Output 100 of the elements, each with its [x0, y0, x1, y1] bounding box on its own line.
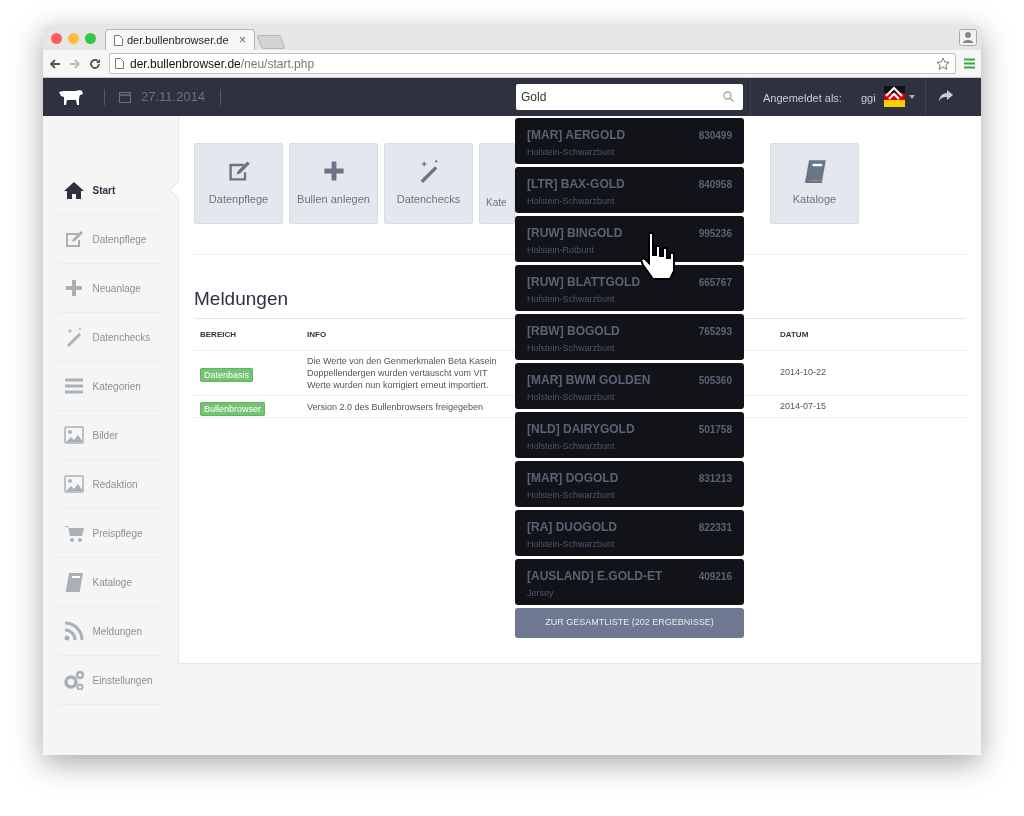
- zoom-window-icon[interactable]: [85, 33, 96, 44]
- list-icon: [63, 376, 84, 396]
- result-name: [NLD] DAIRYGOLD: [527, 421, 635, 438]
- result-breed: Holstein-Schwarzbunt: [527, 293, 616, 306]
- sidebar-item[interactable]: Datenchecks: [58, 313, 163, 362]
- result-number: 995236: [698, 227, 732, 241]
- gears-icon: [63, 670, 84, 690]
- page-icon: [114, 34, 123, 46]
- table-cell-text: 2014-07-15: [780, 399, 828, 413]
- search-result-item[interactable]: [RA] DUOGOLD 822331 Holstein-Schwarzbunt: [515, 510, 744, 556]
- result-number: 830499: [698, 129, 732, 143]
- tile-button[interactable]: Kataloge: [770, 143, 859, 224]
- image-icon: [63, 425, 84, 445]
- search-result-item[interactable]: [RBW] BOGOLD 765293 Holstein-Schwarzbunt: [515, 314, 744, 360]
- new-tab-button[interactable]: [256, 35, 286, 49]
- calendar-icon: [119, 91, 131, 103]
- result-breed: Holstein-Schwarzbunt: [527, 195, 616, 208]
- image-icon: [63, 474, 84, 494]
- search-field[interactable]: Gold: [516, 84, 743, 110]
- result-name: [MAR] AERGOLD: [527, 127, 626, 144]
- result-breed: Holstein-Schwarzbunt: [527, 391, 616, 404]
- forward-icon[interactable]: [69, 57, 81, 70]
- result-name: [RA] DUOGOLD: [527, 519, 617, 536]
- sidebar-item[interactable]: Preispflege: [58, 509, 163, 558]
- page-icon: [115, 58, 124, 69]
- result-name: [RBW] BOGOLD: [527, 323, 620, 340]
- home-icon: [63, 180, 84, 200]
- column-header: DATUM: [780, 328, 810, 341]
- result-name: [LTR] BAX-GOLD: [527, 176, 625, 193]
- plus-icon: [63, 278, 84, 298]
- browser-tab[interactable]: der.bullenbrowser.de ×: [105, 29, 255, 50]
- edit-icon: [63, 229, 84, 249]
- search-result-item[interactable]: [MAR] BWM GOLDEN 505360 Holstein-Schwarzbunt: [515, 363, 744, 409]
- table-cell-text: Version 2.0 des Bullenbrowsers freigegeben: [307, 400, 485, 413]
- sidebar-item[interactable]: Kataloge: [58, 558, 163, 607]
- sidebar-item[interactable]: Meldungen: [58, 607, 163, 656]
- sidebar-item[interactable]: Neuanlage: [58, 264, 163, 313]
- search-result-item[interactable]: [LTR] BAX-GOLD 840958 Holstein-Schwarzbunt: [515, 167, 744, 213]
- result-name: [RUW] BLATTGOLD: [527, 274, 641, 291]
- result-number: 409216: [698, 570, 732, 584]
- search-result-item[interactable]: [NLD] DAIRYGOLD 501758 Holstein-Schwarzbunt: [515, 412, 744, 458]
- sidebar-item[interactable]: Einstellungen: [58, 656, 163, 705]
- back-icon[interactable]: [49, 57, 61, 70]
- tile-button[interactable]: Datenchecks: [384, 143, 473, 224]
- star-icon[interactable]: [936, 56, 950, 71]
- caret-icon[interactable]: [909, 95, 915, 99]
- all-results-button[interactable]: ZUR GESAMTLISTE (202 ERGEBNISSE): [515, 608, 744, 638]
- tab-close-button[interactable]: ×: [239, 34, 246, 46]
- column-header: BEREICH: [199, 328, 237, 341]
- result-number: 505360: [698, 374, 732, 388]
- search-result-item[interactable]: [AUSLAND] E.GOLD-ET 409216 Jersey: [515, 559, 744, 605]
- tile-button[interactable]: Kate: [479, 143, 515, 224]
- current-date: 27.11.2014: [141, 88, 206, 107]
- section-title: Meldungen: [194, 287, 289, 311]
- result-number: 665767: [698, 276, 732, 290]
- result-breed: Holstein-Schwarzbunt: [527, 538, 616, 551]
- result-breed: Holstein-Schwarzbunt: [527, 489, 616, 502]
- menu-icon[interactable]: [964, 58, 975, 69]
- avatar-icon[interactable]: [884, 86, 905, 107]
- tile-button[interactable]: Bullen anlegen: [289, 143, 378, 224]
- tab-title: der.bullenbrowser.de: [127, 32, 230, 48]
- result-number: 501758: [698, 423, 732, 437]
- profile-icon[interactable]: [959, 29, 977, 46]
- sidebar-item[interactable]: Redaktion: [58, 460, 163, 509]
- result-number: 765293: [698, 325, 732, 339]
- tile-button[interactable]: Datenpflege: [194, 143, 283, 224]
- table-cell-text: 2014-10-22: [780, 366, 828, 380]
- book-icon: [63, 572, 84, 592]
- search-result-item[interactable]: [RUW] BINGOLD 995236 Holstein-Rotbunt: [515, 216, 744, 262]
- search-result-item[interactable]: [MAR] AERGOLD 830499 Holstein-Schwarzbunt: [515, 118, 744, 164]
- address-field[interactable]: der.bullenbrowser.de/neu/start.php: [109, 53, 956, 74]
- result-name: [RUW] BINGOLD: [527, 225, 623, 242]
- plus-icon: [321, 159, 346, 184]
- table-cell-text: Die Werte von den Genmerkmalen Beta Kasein Doppellendergen wurden vertauscht vom VIT Werte wurden nun korrigiert erneut importiert.: [307, 355, 498, 391]
- sidebar-item[interactable]: Bilder: [58, 411, 163, 460]
- column-header: INFO: [307, 328, 328, 341]
- result-number: 840958: [698, 178, 732, 192]
- result-breed: Holstein-Schwarzbunt: [527, 146, 616, 159]
- search-result-item[interactable]: [RUW] BLATTGOLD 665767 Holstein-Schwarzbunt: [515, 265, 744, 311]
- rss-icon: [63, 621, 84, 641]
- search-icon[interactable]: [723, 91, 734, 102]
- logout-arrow-icon[interactable]: [939, 90, 953, 102]
- hand-cursor-icon: [640, 231, 676, 281]
- close-window-icon[interactable]: [51, 33, 62, 44]
- result-name: [MAR] BWM GOLDEN: [527, 372, 651, 389]
- book-icon: [802, 159, 827, 184]
- result-number: 822331: [698, 521, 732, 535]
- sidebar-item[interactable]: Start: [58, 166, 163, 215]
- sidebar-item[interactable]: Kategorien: [58, 362, 163, 411]
- cow-icon[interactable]: [58, 89, 84, 105]
- category-tag: Datenbasis: [200, 368, 254, 382]
- result-breed: Jersey: [527, 587, 555, 600]
- sidebar-item[interactable]: Datenpflege: [58, 215, 163, 264]
- logged-in-label: Angemeldet als:: [763, 91, 842, 106]
- search-result-item[interactable]: [MAR] DOGOLD 831213 Holstein-Schwarzbunt: [515, 461, 744, 507]
- edit-icon: [226, 159, 251, 184]
- user-name: ggi: [861, 91, 876, 106]
- reload-icon[interactable]: [89, 57, 101, 70]
- result-name: [MAR] DOGOLD: [527, 470, 619, 487]
- result-breed: Holstein-Rotbunt: [527, 244, 596, 257]
